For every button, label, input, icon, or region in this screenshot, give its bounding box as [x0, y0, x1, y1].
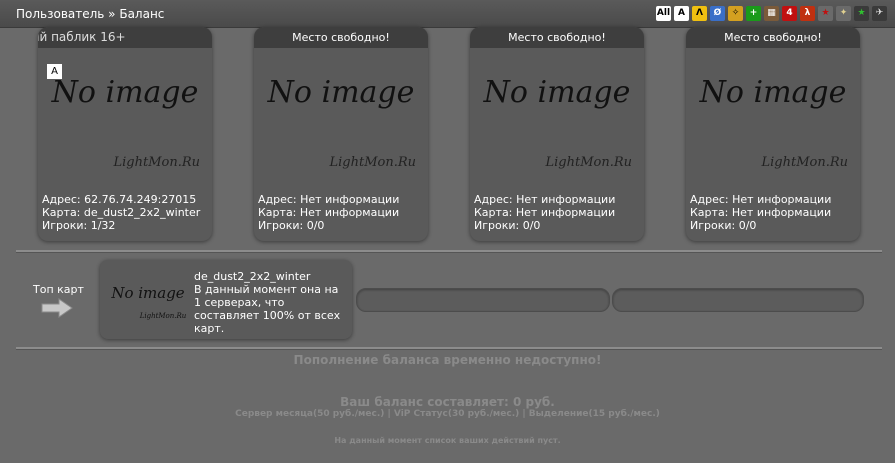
map-details: de_dust2_2x2_winter В данный момент она … [194, 270, 344, 335]
cs-go-icon[interactable]: ✧ [728, 6, 743, 21]
server-card-3[interactable]: Место свободно! No image LightMon.Ru Адр… [470, 27, 644, 241]
server-address: Адрес: Нет информации [690, 193, 832, 206]
top-map-slot-empty [612, 288, 864, 312]
map-image-text: No image [111, 284, 185, 302]
server-info: Адрес: Нет информации Карта: Нет информа… [474, 193, 615, 232]
mod-plus-icon[interactable]: + [746, 6, 761, 21]
game-filter-icons: All A Λ Ø ✧ + ▦ 4 λ ★ ✦ ★ ✈ [656, 6, 887, 21]
map-image-placeholder: No image LightMon.Ru [106, 268, 190, 332]
server-info: Адрес: 62.76.74.249:27015 Карта: de_dust… [42, 193, 200, 232]
server-title: Место свободно! [254, 27, 428, 48]
price-list: Сервер месяца(50 руб./мес.) | ViP Статус… [235, 409, 660, 419]
sparkle-icon[interactable]: ✦ [836, 6, 851, 21]
top-maps-label: Топ карт [33, 283, 84, 296]
server-title: Место свободно! [686, 27, 860, 48]
server-info: Адрес: Нет информации Карта: Нет информа… [690, 193, 831, 232]
server-map: Карта: Нет информации [474, 206, 616, 219]
plane-icon[interactable]: ✈ [872, 6, 887, 21]
breadcrumb: Пользователь » Баланс [16, 7, 165, 21]
actions-empty-notice: На данный момент список ваших действий п… [334, 436, 561, 445]
server-image-placeholder: No image [267, 75, 415, 110]
server-map: Карта: Нет информации [258, 206, 400, 219]
server-address: Адрес: 62.76.74.249:27015 [42, 193, 197, 206]
server-card-2[interactable]: Место свободно! No image LightMon.Ru Адр… [254, 27, 428, 241]
cs16-alt-icon[interactable]: Λ [692, 6, 707, 21]
server-players: Игроки: 0/0 [258, 219, 325, 232]
arrow-right-icon [41, 298, 73, 318]
map-name: de_dust2_2x2_winter [194, 270, 311, 283]
map-watermark: LightMon.Ru [139, 312, 187, 320]
watermark: LightMon.Ru [113, 155, 200, 170]
server-players: Игроки: 1/32 [42, 219, 116, 232]
server-players: Игроки: 0/0 [474, 219, 541, 232]
watermark: LightMon.Ru [329, 155, 416, 170]
all-games-icon[interactable]: All [656, 6, 671, 21]
map-description: В данный момент она на 1 серверах, что с… [194, 283, 341, 335]
source-icon[interactable]: Ø [710, 6, 725, 21]
hl-icon[interactable]: λ [800, 6, 815, 21]
server-info: Адрес: Нет информации Карта: Нет информа… [258, 193, 399, 232]
server-card-1[interactable]: ый паблик 16+ A No image LightMon.Ru Адр… [38, 27, 212, 241]
server-title: Место свободно! [470, 27, 644, 48]
server-image-placeholder: No image [699, 75, 847, 110]
divider [16, 250, 882, 253]
minecraft-icon[interactable]: ▦ [764, 6, 779, 21]
green-star-icon[interactable]: ★ [854, 6, 869, 21]
server-map: Карта: Нет информации [690, 206, 832, 219]
divider [16, 347, 882, 350]
server-image-placeholder: No image [483, 75, 631, 110]
cs16-icon[interactable]: A [674, 6, 689, 21]
l4d-icon[interactable]: 4 [782, 6, 797, 21]
balance-amount: Ваш баланс составляет: 0 руб. [340, 395, 555, 409]
balance-unavailable-notice: Пополнение баланса временно недоступно! [293, 353, 602, 367]
server-card-4[interactable]: Место свободно! No image LightMon.Ru Адр… [686, 27, 860, 241]
top-bar: Пользователь » Баланс All A Λ Ø ✧ + ▦ 4 λ ★ ✦ ★ ✈ [0, 0, 895, 28]
watermark: LightMon.Ru [545, 155, 632, 170]
server-map: Карта: de_dust2_2x2_winter [42, 206, 201, 219]
top-map-card[interactable]: No image LightMon.Ru de_dust2_2x2_winter… [100, 260, 352, 339]
server-image-placeholder: No image [51, 75, 199, 110]
server-address: Адрес: Нет информации [474, 193, 616, 206]
red-star-icon[interactable]: ★ [818, 6, 833, 21]
server-title: ый паблик 16+ [38, 27, 212, 48]
watermark: LightMon.Ru [761, 155, 848, 170]
server-players: Игроки: 0/0 [690, 219, 757, 232]
server-address: Адрес: Нет информации [258, 193, 400, 206]
top-map-slot-empty [356, 288, 610, 312]
